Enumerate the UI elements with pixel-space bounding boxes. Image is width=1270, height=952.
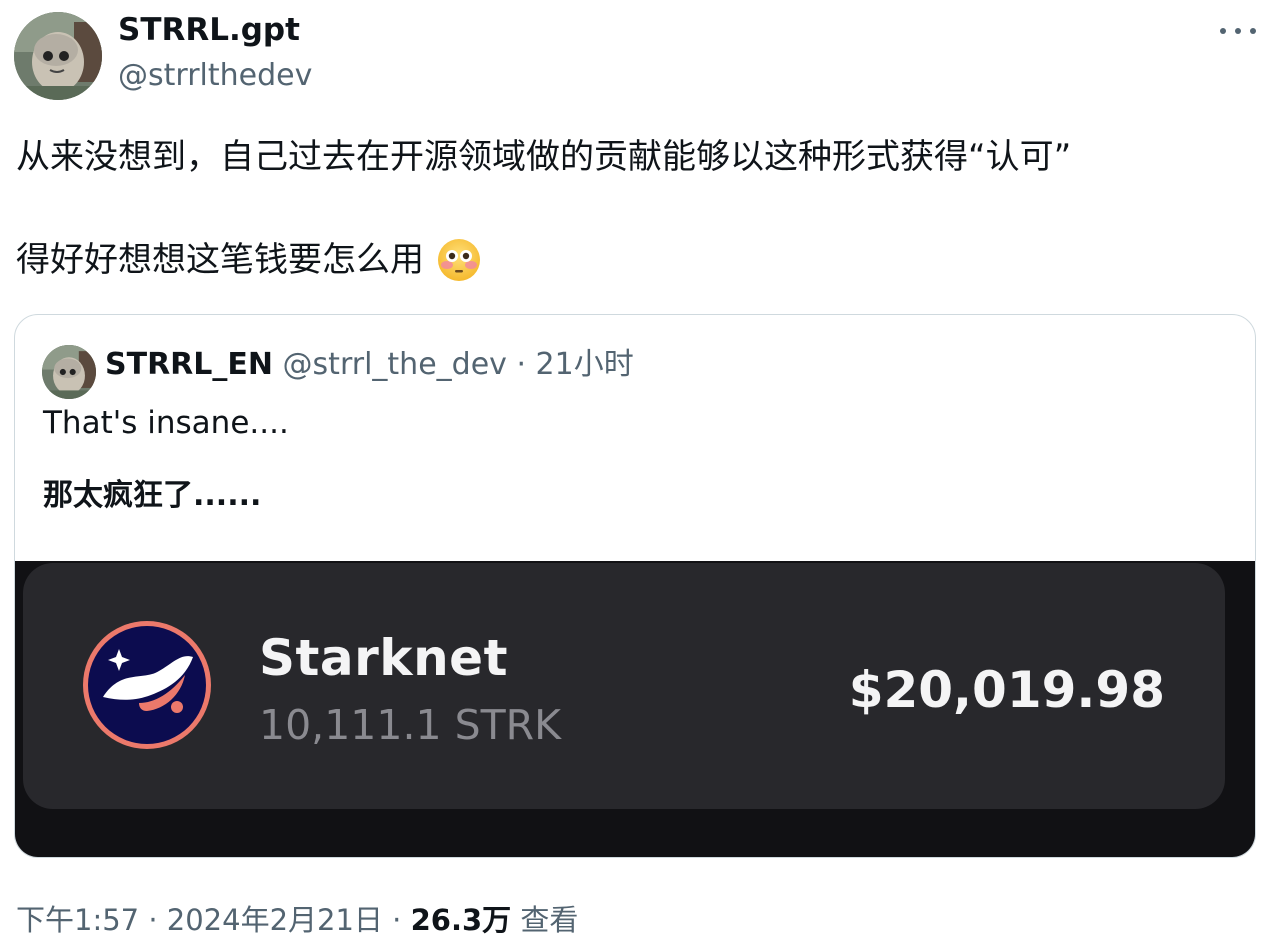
views-count: 26.3万	[410, 903, 512, 937]
flushed-face-emoji-icon	[438, 239, 480, 281]
quoted-separator: ·	[516, 347, 526, 382]
quoted-media-image[interactable]: Starknet 10,111.1 STRK $20,019.98	[15, 561, 1255, 857]
avatar[interactable]	[14, 12, 102, 100]
tweet-footer: 下午1:57 · 2024年2月21日 · 26.3万 查看	[16, 900, 578, 940]
quoted-author-name[interactable]: STRRL_EN	[105, 347, 273, 382]
avatar-image	[14, 12, 102, 100]
asset-amount: 10,111.1 STRK	[259, 701, 562, 749]
quoted-author-handle[interactable]: @strrl_the_dev	[283, 347, 507, 382]
footer-separator: ·	[392, 903, 402, 937]
post-date[interactable]: 2024年2月21日	[167, 903, 383, 937]
post-time[interactable]: 下午1:57	[16, 903, 139, 937]
tweet-text-line1: 从来没想到，自己过去在开源领域做的贡献能够以这种形式获得“认可”	[16, 137, 1072, 177]
asset-name: Starknet	[259, 629, 508, 687]
author-handle[interactable]: @strrlthedev	[118, 58, 312, 93]
quoted-avatar[interactable]	[42, 345, 96, 399]
quoted-text-chinese: 那太疯狂了......	[43, 478, 262, 513]
starknet-logo-icon	[83, 621, 211, 749]
quoted-text-english: That's insane....	[43, 405, 289, 441]
more-options-icon[interactable]	[1220, 18, 1256, 44]
quoted-time[interactable]: 21小时	[536, 347, 634, 382]
quoted-avatar-image	[42, 345, 96, 399]
quoted-tweet[interactable]: STRRL_EN @strrl_the_dev · 21小时 That's in…	[14, 314, 1256, 858]
footer-separator: ·	[148, 903, 158, 937]
tweet: STRRL.gpt @strrlthedev 从来没想到，自己过去在开源领域做的…	[0, 0, 1270, 952]
author-name[interactable]: STRRL.gpt	[118, 12, 300, 48]
views-label: 查看	[520, 903, 579, 937]
asset-value: $20,019.98	[848, 661, 1165, 719]
tweet-text-line2: 得好好想想这笔钱要怎么用	[16, 240, 424, 280]
asset-card: Starknet 10,111.1 STRK $20,019.98	[23, 563, 1225, 809]
tweet-text-line2-container: 得好好想想这笔钱要怎么用	[16, 237, 482, 283]
quoted-header: STRRL_EN @strrl_the_dev · 21小时	[105, 345, 634, 385]
